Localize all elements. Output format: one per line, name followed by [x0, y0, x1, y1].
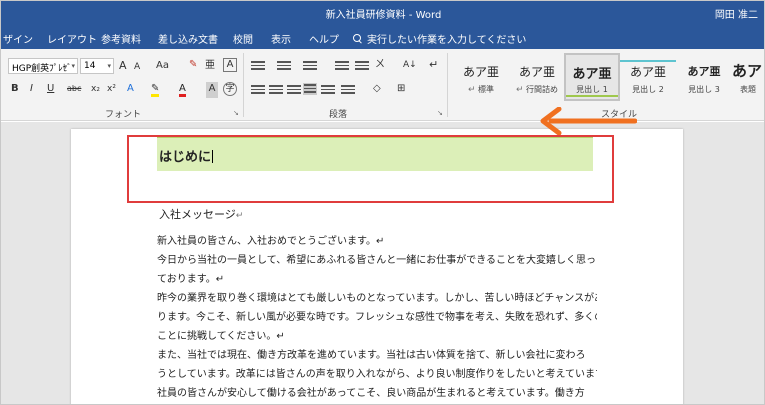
style-heading-2[interactable]: あア亜 見出し 2	[620, 53, 676, 101]
body-line: 昨今の業界を取り巻く環境はとても厳しいものとなっています。しかし、苦しい時ほどチ…	[157, 293, 597, 304]
style-name: ↵ 標準	[453, 84, 509, 95]
paragraph-mark-icon: ↵	[515, 85, 524, 95]
shrink-font-button[interactable]: A	[134, 60, 140, 76]
style-name: 見出し 2	[632, 85, 664, 94]
tab-review[interactable]: 校閲	[233, 31, 253, 46]
paragraph-dialog-launcher-icon[interactable]: ↘	[437, 109, 443, 117]
enclose-char-icon[interactable]: 字	[223, 82, 237, 96]
text-effects-icon[interactable]: A	[127, 82, 134, 98]
sort-button[interactable]: A↓	[403, 58, 417, 74]
subheading-text: 入社メッセージ	[159, 208, 236, 221]
style-no-spacing[interactable]: あア亜 ↵ 行間詰め	[509, 53, 565, 101]
font-size-dropdown[interactable]: 14 ▾	[80, 58, 114, 74]
body-line: ことに挑戦してください。↵	[157, 331, 285, 342]
align-left-icon[interactable]	[251, 85, 265, 97]
chevron-down-icon: ▾	[107, 62, 111, 70]
font-group-label: フォント	[105, 110, 142, 120]
word-window: 新入社員研修資料 - Word 岡田 准二 ザイン レイアウト 参考資料 差し込…	[0, 0, 765, 405]
strikethrough-button[interactable]: abc	[67, 82, 81, 98]
font-size-value: 14	[84, 61, 96, 71]
char-shading-button[interactable]: A	[206, 82, 218, 98]
tell-me-label: 実行したい作業を入力してください	[367, 35, 527, 46]
increase-indent-icon[interactable]	[355, 61, 369, 73]
style-name-text: 標準	[478, 85, 495, 94]
style-name-text: 行間詰め	[526, 85, 559, 94]
body-line: うとしています。改革には皆さんの声を取り入れながら、より良い制度作りをしたいと考…	[157, 369, 597, 380]
style-name: 表題	[740, 85, 756, 94]
font-name-dropdown[interactable]: HGP創英ﾌﾟﾚｾﾞ ▾	[8, 58, 78, 74]
underline-button[interactable]: U	[47, 82, 54, 98]
char-border-icon[interactable]: A	[223, 58, 237, 72]
styles-gallery: あア亜 ↵ 標準 あア亜 ↵ 行間詰め あア亜 見出し 1 あア亜 見出し 2 …	[453, 53, 764, 105]
borders-icon[interactable]: ⊞	[397, 82, 405, 98]
superscript-button[interactable]: x²	[107, 82, 116, 98]
change-case-button[interactable]: Aa	[156, 59, 169, 75]
style-sample: あア亜	[572, 67, 612, 82]
tell-me-search[interactable]: 実行したい作業を入力してください	[353, 31, 526, 46]
style-normal[interactable]: あア亜 ↵ 標準	[453, 53, 509, 101]
body-text[interactable]: 新入社員の皆さん、入社おめでとうございます。↵ 今日から当社の一員として、希望に…	[157, 232, 597, 403]
show-marks-button[interactable]: ↵	[429, 58, 438, 74]
style-sample: あア亜	[462, 65, 499, 79]
tab-mailings[interactable]: 差し込み文書	[158, 31, 218, 46]
numbering-icon[interactable]	[277, 61, 291, 73]
align-center-icon[interactable]	[269, 85, 283, 97]
subheading-paragraph[interactable]: 入社メッセージ↵	[159, 206, 243, 222]
window-title: 新入社員研修資料 - Word	[325, 10, 442, 21]
style-name: ↵ 行間詰め	[509, 84, 565, 95]
style-name: 見出し 3	[688, 85, 720, 94]
shading-icon[interactable]: ◇	[373, 82, 381, 98]
style-title[interactable]: あア 表題	[730, 53, 764, 101]
user-name[interactable]: 岡田 准二	[715, 6, 758, 21]
paragraph-group-label: 段落	[329, 110, 348, 120]
body-line: また、当社では現在、働き方改革を進めています。当社は古い体質を捨て、新しい会社に…	[157, 350, 586, 361]
group-divider	[447, 53, 448, 117]
style-sample: あア	[732, 62, 763, 80]
phonetic-guide-icon[interactable]: 亜	[205, 59, 215, 75]
distributed-icon[interactable]	[321, 85, 335, 97]
line-spacing-icon[interactable]	[341, 85, 355, 97]
group-divider	[243, 53, 244, 117]
subscript-button[interactable]: x₂	[91, 82, 100, 98]
callout-highlight-box	[127, 135, 614, 203]
paragraph-mark-icon: ↵	[235, 211, 244, 221]
tab-help[interactable]: ヘルプ	[309, 31, 339, 46]
align-right-icon[interactable]	[287, 85, 301, 97]
chevron-down-icon: ▾	[71, 62, 75, 70]
font-dialog-launcher-icon[interactable]: ↘	[233, 109, 239, 117]
bullets-icon[interactable]	[251, 61, 265, 73]
search-icon	[353, 33, 363, 44]
style-heading-1[interactable]: あア亜 見出し 1	[564, 53, 620, 101]
font-color-button[interactable]: A	[179, 82, 186, 97]
decrease-indent-icon[interactable]	[335, 61, 349, 73]
body-line: ております。↵	[157, 274, 225, 285]
multilevel-list-icon[interactable]	[303, 61, 317, 73]
style-sample: あア亜	[620, 60, 676, 80]
tab-view[interactable]: 表示	[271, 31, 291, 46]
body-line: 新入社員の皆さん、入社おめでとうございます。↵	[157, 236, 385, 247]
tab-references[interactable]: 参考資料	[101, 31, 141, 46]
tab-layout[interactable]: レイアウト	[47, 31, 97, 46]
body-line: ります。今こそ、新しい風が必要な時です。フレッシュな感性で物事を考え、失敗を恐れ…	[157, 312, 597, 323]
body-line: 今日から当社の一員として、希望にあふれる皆さんと一緒にお仕事ができることを大変嬉…	[157, 255, 596, 266]
callout-arrow-icon	[540, 107, 637, 135]
highlight-color-icon[interactable]: ✎	[151, 82, 160, 97]
style-sample: あア亜	[687, 65, 721, 78]
style-heading-3[interactable]: あア亜 見出し 3	[676, 53, 732, 101]
style-name: 見出し 1	[566, 84, 618, 97]
clear-format-icon[interactable]: ✎	[189, 58, 197, 74]
bold-button[interactable]: B	[11, 82, 19, 98]
title-bar: 新入社員研修資料 - Word 岡田 准二	[1, 1, 764, 25]
italic-button[interactable]: I	[30, 82, 33, 98]
grow-font-button[interactable]: A	[119, 59, 127, 75]
style-sample: あア亜	[518, 65, 555, 79]
paragraph-mark-icon: ↵	[467, 85, 476, 95]
body-line: 社員の皆さんが安心して働ける会社があってこそ、良い商品が生まれると考えています。…	[157, 388, 585, 399]
font-name-value: HGP創英ﾌﾟﾚｾﾞ	[12, 64, 72, 74]
asian-layout-icon[interactable]: ㄨ	[375, 58, 385, 74]
tab-design[interactable]: ザイン	[3, 31, 33, 46]
ribbon-tabs: ザイン レイアウト 参考資料 差し込み文書 校閲 表示 ヘルプ 実行したい作業を…	[1, 25, 764, 49]
justify-icon[interactable]	[303, 83, 317, 95]
